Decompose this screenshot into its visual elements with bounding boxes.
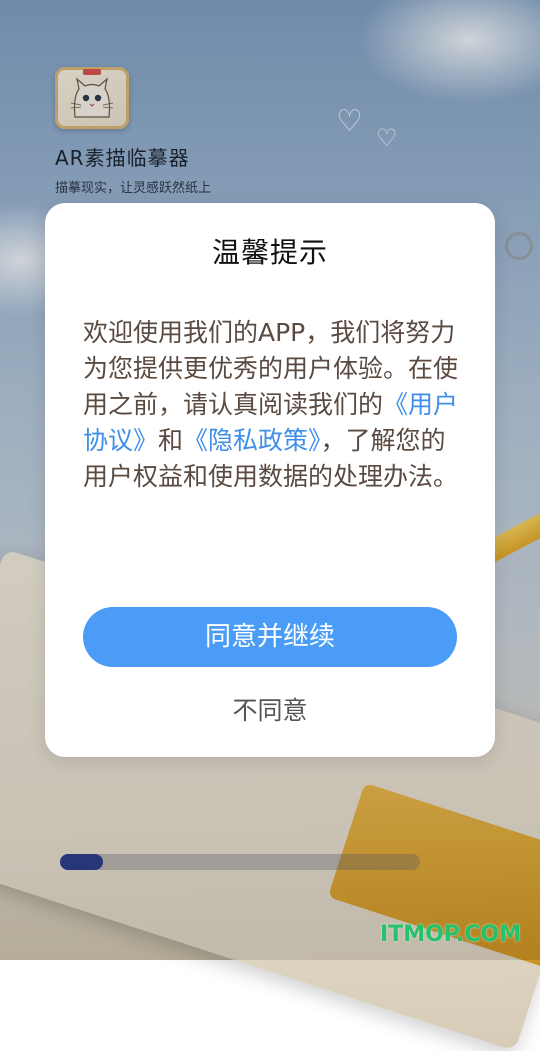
privacy-consent-dialog: 温馨提示 欢迎使用我们的APP，我们将努力为您提供更优秀的用户体验。在使用之前，… — [45, 203, 495, 757]
loading-progress-bar — [60, 854, 420, 870]
agree-and-continue-button[interactable]: 同意并继续 — [83, 607, 457, 667]
disagree-button[interactable]: 不同意 — [83, 689, 457, 733]
dialog-message: 欢迎使用我们的APP，我们将努力为您提供更优秀的用户体验。在使用之前，请认真阅读… — [83, 315, 463, 495]
privacy-policy-link[interactable]: 《隐私政策》 — [183, 426, 321, 455]
dialog-message-connector: 和 — [158, 426, 184, 455]
loading-progress-fill — [60, 854, 104, 870]
dialog-title: 温馨提示 — [211, 236, 328, 269]
watermark: ITMOP.COM — [380, 922, 521, 947]
